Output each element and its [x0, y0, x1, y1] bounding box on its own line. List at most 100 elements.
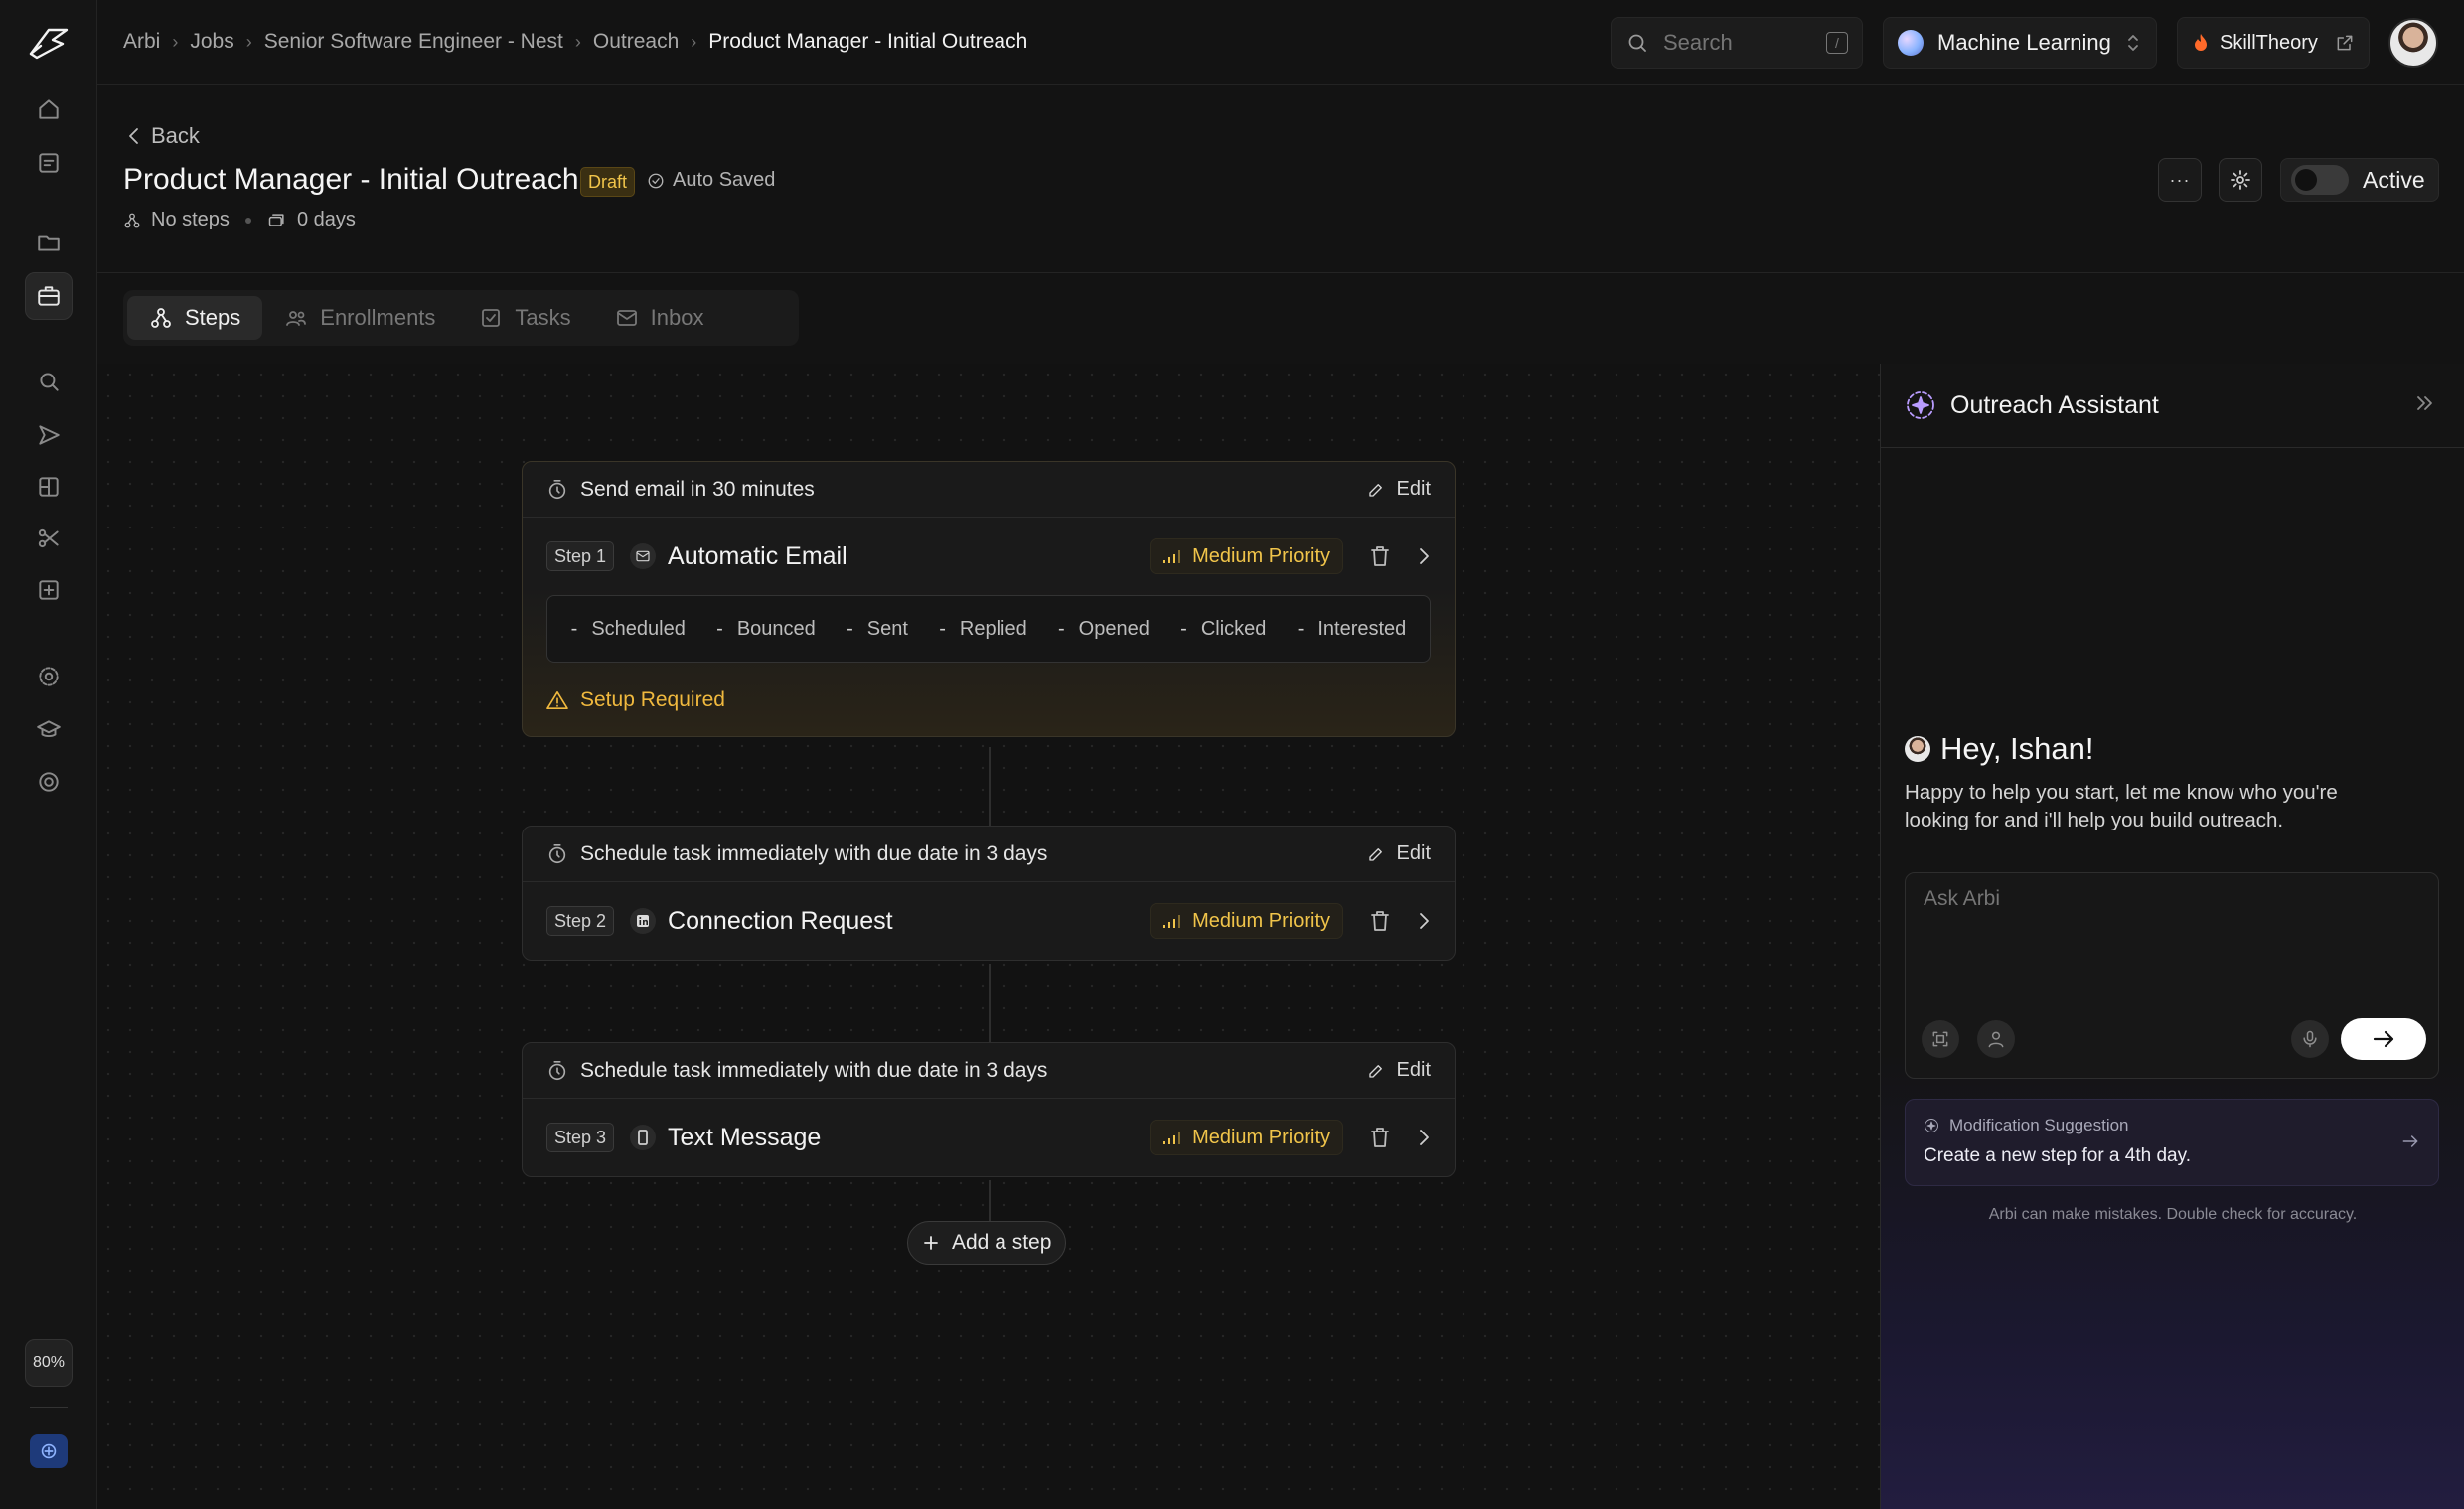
breadcrumb-item-arbi[interactable]: Arbi [123, 30, 160, 54]
step-stats: - Scheduled - Bounced - Sent - Replied - Open… [546, 595, 1431, 663]
priority-badge[interactable]: Medium Priority [1150, 1120, 1343, 1155]
send-icon[interactable] [25, 411, 73, 459]
duration-icon [267, 212, 287, 229]
pencil-icon [1367, 1062, 1385, 1080]
add-step-button[interactable]: Add a step [907, 1221, 1067, 1265]
edit-button[interactable]: Edit [1367, 1059, 1431, 1082]
schedule-text: Schedule task immediately with due date … [580, 1058, 1048, 1082]
sequence-settings-button[interactable] [2219, 158, 2262, 202]
jobs-briefcase-icon[interactable] [25, 272, 73, 320]
step-connector [989, 964, 991, 1043]
setup-warning[interactable]: Setup Required [523, 663, 1455, 736]
home-icon[interactable] [25, 85, 73, 133]
step-schedule: Schedule task immediately with due date … [523, 1043, 1455, 1099]
steps-icon [123, 212, 141, 229]
suggestion-text: Create a new step for a 4th day. [1924, 1145, 2191, 1166]
breadcrumb-item-jobs[interactable]: Jobs [190, 30, 233, 54]
screen-capture-icon[interactable] [1922, 1020, 1959, 1058]
chevron-right-icon: › [574, 31, 581, 52]
more-options-button[interactable]: ··· [2158, 158, 2202, 202]
ask-input[interactable] [1924, 887, 2420, 967]
toggle-switch[interactable] [2291, 165, 2349, 195]
left-rail: 80% [0, 0, 97, 1509]
arrow-right-icon [2400, 1132, 2420, 1151]
breadcrumb-current: Product Manager - Initial Outreach [708, 30, 1028, 53]
gear-icon [2229, 168, 2252, 192]
chevron-right-icon: › [691, 31, 697, 52]
chevron-updown-icon [2124, 32, 2142, 54]
mail-icon [630, 543, 657, 569]
search-input[interactable] [1663, 30, 1812, 56]
stat-sent: - Sent [847, 617, 908, 640]
workspace-selector[interactable]: Machine Learning [1883, 17, 2157, 69]
priority-badge[interactable]: Medium Priority [1150, 538, 1343, 574]
chevron-left-icon [127, 126, 141, 146]
tab-inbox[interactable]: Inbox [593, 296, 726, 340]
breadcrumb-item-outreach[interactable]: Outreach [593, 30, 679, 54]
send-message-button[interactable] [2341, 1018, 2426, 1060]
zoom-level[interactable]: 80% [25, 1339, 73, 1387]
stat-opened: - Opened [1058, 617, 1150, 640]
step-row: Step 1 Automatic Email Medium Priority [523, 518, 1455, 595]
duration-days: 0 days [296, 209, 356, 230]
search-box[interactable]: / [1611, 17, 1863, 69]
plus-icon [922, 1234, 940, 1252]
tab-tasks[interactable]: Tasks [457, 296, 592, 340]
tab-enrollments[interactable]: Enrollments [262, 296, 457, 340]
collapse-panel-icon[interactable] [2414, 393, 2436, 413]
brand-link[interactable]: SkillTheory [2177, 17, 2370, 69]
status-badge: Draft [580, 167, 636, 197]
expand-step-chevron-icon[interactable] [1417, 910, 1431, 932]
step-card-2[interactable]: Schedule task immediately with due date … [522, 826, 1456, 961]
active-toggle[interactable]: Active [2280, 158, 2439, 202]
user-avatar[interactable] [2388, 18, 2438, 68]
folder-icon[interactable] [25, 219, 73, 266]
expand-step-chevron-icon[interactable] [1417, 545, 1431, 567]
scissors-icon[interactable] [25, 515, 73, 562]
priority-label: Medium Priority [1192, 544, 1330, 567]
page-title: Product Manager - Initial Outreach [123, 163, 579, 196]
timer-icon [546, 1060, 568, 1082]
breadcrumb: Arbi › Jobs › Senior Software Engineer - N… [123, 30, 1027, 54]
delete-step-button[interactable] [1369, 909, 1391, 933]
search-icon [1625, 31, 1649, 55]
tab-steps[interactable]: Steps [127, 296, 263, 340]
modification-suggestion[interactable]: Modification Suggestion Create a new ste… [1905, 1099, 2439, 1186]
search-people-icon[interactable] [25, 358, 73, 405]
edit-button[interactable]: Edit [1367, 842, 1431, 865]
step-schedule: Schedule task immediately with due date … [523, 827, 1455, 882]
mail-icon [615, 306, 639, 330]
autosave-label: Auto Saved [673, 169, 776, 191]
tab-label: Steps [185, 305, 241, 330]
dashboard-icon[interactable] [25, 139, 73, 187]
flame-icon [2192, 33, 2210, 53]
delete-step-button[interactable] [1369, 1126, 1391, 1149]
steps-icon [149, 306, 173, 330]
dot-separator [244, 217, 251, 224]
organization-logo-icon[interactable] [30, 1434, 68, 1468]
contact-icon[interactable] [1977, 1020, 2015, 1058]
tab-label: Enrollments [320, 305, 436, 330]
graduation-cap-icon[interactable] [25, 705, 73, 753]
settings-gear-icon[interactable] [25, 653, 73, 700]
active-label: Active [2363, 166, 2425, 193]
signal-bars-icon [1162, 548, 1182, 564]
priority-badge[interactable]: Medium Priority [1150, 903, 1343, 939]
add-square-icon[interactable] [25, 566, 73, 614]
external-link-icon [2335, 33, 2355, 53]
expand-step-chevron-icon[interactable] [1417, 1127, 1431, 1148]
back-button[interactable]: Back [127, 123, 200, 149]
linkedin-icon [630, 908, 657, 934]
help-lifebuoy-icon[interactable] [25, 758, 73, 806]
checkbox-icon [479, 306, 503, 330]
edit-button[interactable]: Edit [1367, 478, 1431, 501]
step-card-3[interactable]: Schedule task immediately with due date … [522, 1042, 1456, 1177]
delete-step-button[interactable] [1369, 544, 1391, 568]
microphone-icon[interactable] [2291, 1020, 2329, 1058]
step-card-1[interactable]: Send email in 30 minutes Edit Step 1 Aut… [522, 461, 1456, 737]
breadcrumb-item-job[interactable]: Senior Software Engineer - Nest [264, 30, 563, 54]
suggestion-label: Modification Suggestion [1949, 1116, 2129, 1134]
edit-label: Edit [1396, 842, 1431, 864]
app-logo-icon[interactable] [27, 24, 71, 64]
layout-icon[interactable] [25, 463, 73, 511]
